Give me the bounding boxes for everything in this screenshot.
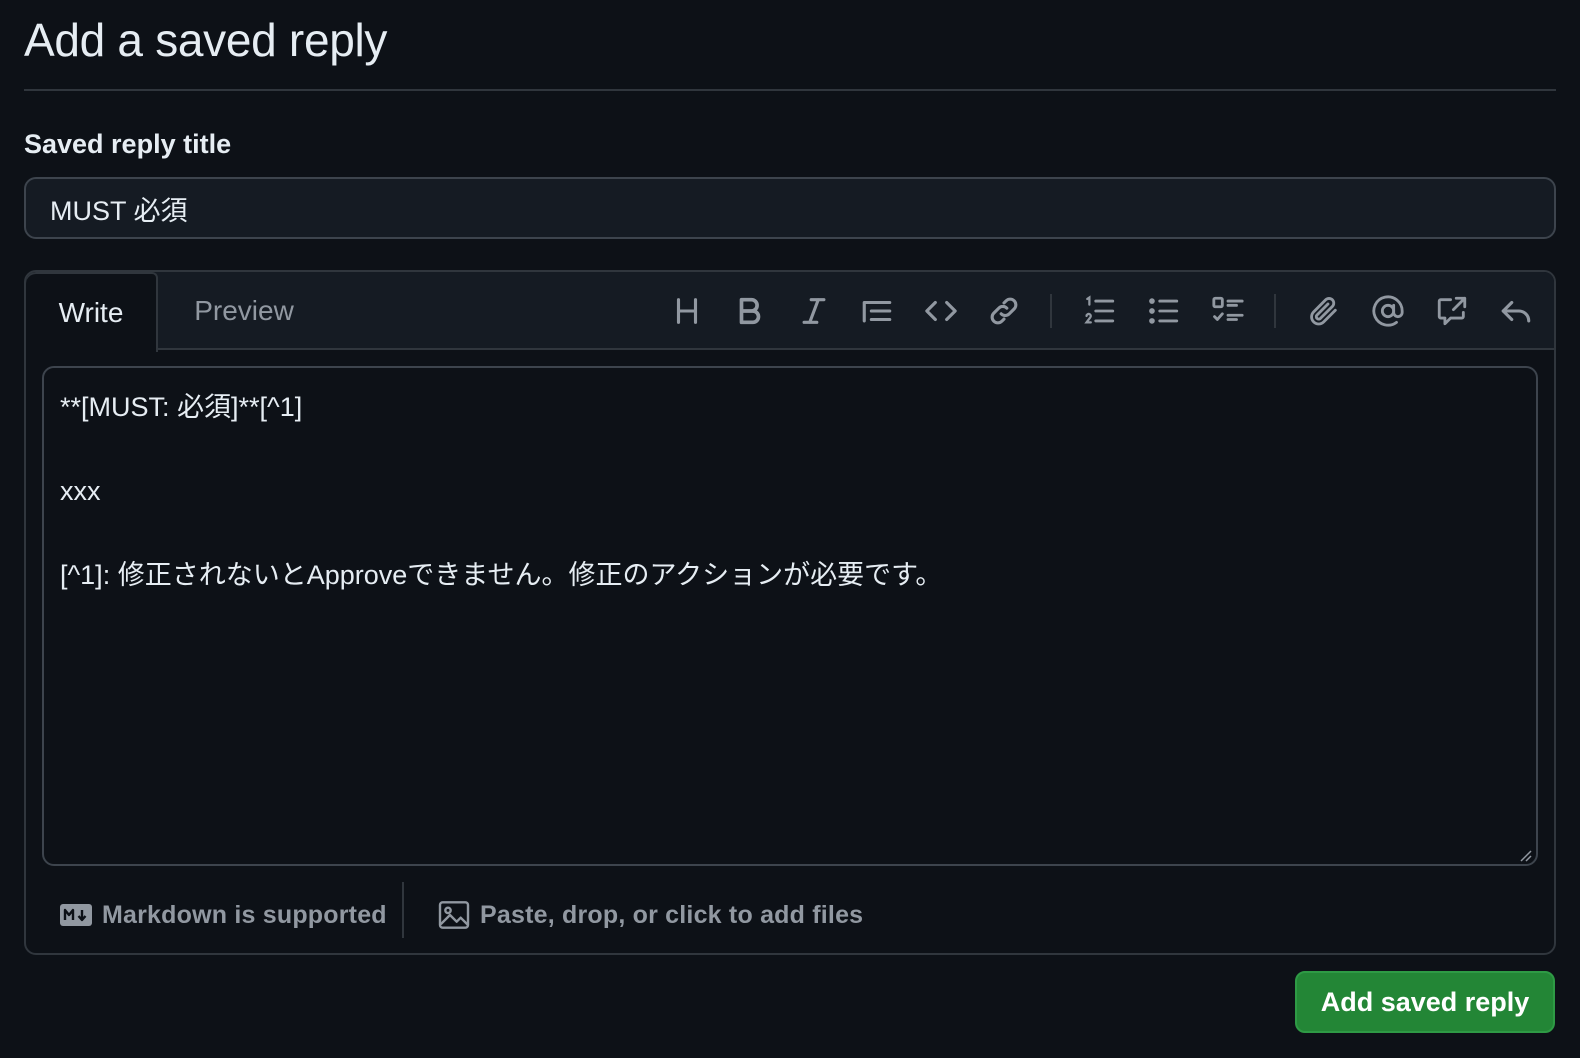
title-field-label: Saved reply title <box>24 129 232 159</box>
italic-icon <box>802 298 826 324</box>
attach-files-button[interactable] <box>1304 291 1344 331</box>
cross-reference-icon <box>1437 296 1467 326</box>
saved-reply-page: Add a saved reply Saved reply title Writ… <box>0 0 1580 1058</box>
mention-button[interactable] <box>1368 291 1408 331</box>
footer-separator <box>402 882 404 938</box>
markdown-supported-label: Markdown is supported <box>102 900 387 929</box>
reply-body-textarea[interactable]: **[MUST: 必須]**[^1] xxx [^1]: 修正されないとAppr… <box>42 366 1538 866</box>
unordered-list-icon <box>1149 298 1179 324</box>
paperclip-icon <box>1310 297 1337 326</box>
reply-icon <box>1501 300 1531 323</box>
toolbar-separator <box>1050 294 1052 328</box>
add-files-button[interactable]: Paste, drop, or click to add files <box>438 880 863 950</box>
task-list-button[interactable] <box>1208 291 1248 331</box>
markdown-icon <box>60 904 92 926</box>
code-button[interactable] <box>921 291 961 331</box>
bold-icon <box>739 297 761 325</box>
title-input[interactable] <box>24 177 1556 239</box>
ordered-list-button[interactable] <box>1080 291 1120 331</box>
link-button[interactable] <box>984 291 1024 331</box>
link-icon <box>990 297 1018 325</box>
saved-replies-button[interactable] <box>1496 291 1536 331</box>
markdown-editor: Write Preview **[MUST: 必須]**[^1] xxx [^1… <box>24 270 1556 955</box>
ordered-list-icon <box>1084 295 1115 324</box>
tab-write[interactable]: Write <box>26 272 158 352</box>
bold-button[interactable] <box>730 291 770 331</box>
editor-footer: Markdown is supported Paste, drop, or cl… <box>26 880 1554 950</box>
heading-icon <box>676 298 698 324</box>
add-saved-reply-button[interactable]: Add saved reply <box>1295 971 1555 1033</box>
markdown-supported-link[interactable]: Markdown is supported <box>60 880 387 950</box>
task-list-icon <box>1212 296 1244 321</box>
code-icon <box>925 300 957 322</box>
quote-icon <box>862 300 892 323</box>
editor-header: Write Preview <box>26 272 1554 352</box>
image-icon <box>438 901 470 929</box>
title-divider <box>24 89 1556 91</box>
mention-icon <box>1372 295 1404 327</box>
cross-reference-button[interactable] <box>1432 291 1472 331</box>
unordered-list-button[interactable] <box>1144 291 1184 331</box>
quote-button[interactable] <box>857 291 897 331</box>
heading-button[interactable] <box>667 291 707 331</box>
tab-preview[interactable]: Preview <box>172 272 316 350</box>
italic-button[interactable] <box>794 291 834 331</box>
resize-handle-icon[interactable] <box>1518 848 1532 862</box>
add-files-label: Paste, drop, or click to add files <box>480 900 864 929</box>
page-title: Add a saved reply <box>24 14 388 66</box>
toolbar-separator <box>1274 294 1276 328</box>
